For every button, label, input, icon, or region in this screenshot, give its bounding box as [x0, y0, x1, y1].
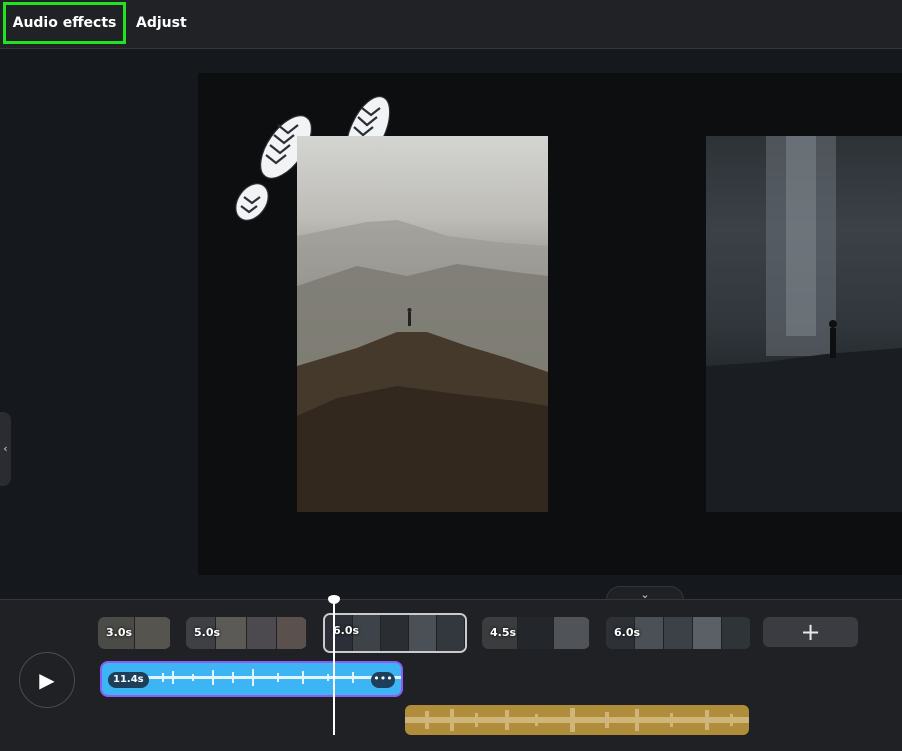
- timeline-clip[interactable]: 3.0s: [98, 617, 171, 649]
- timeline-clip[interactable]: 5.0s: [186, 617, 307, 649]
- editor-toolbar: Audio effects Adjust: [0, 0, 902, 49]
- audio-waveform-secondary: [405, 708, 749, 732]
- more-icon[interactable]: •••: [371, 672, 395, 688]
- add-page-button[interactable]: +: [763, 617, 858, 647]
- design-page[interactable]: [198, 73, 902, 575]
- side-panel-toggle[interactable]: ‹: [0, 412, 11, 486]
- audio-track-selected[interactable]: 11.4s •••: [100, 661, 403, 697]
- audio-track-secondary[interactable]: [405, 705, 749, 735]
- clip-duration: 6.0s: [333, 624, 360, 637]
- waterfall-photo[interactable]: [706, 136, 902, 512]
- plus-icon: +: [800, 618, 821, 646]
- chevron-left-icon: ‹: [3, 442, 8, 455]
- waterfall-scene: [706, 136, 902, 512]
- clip-duration: 4.5s: [490, 626, 517, 639]
- audio-duration: 11.4s: [108, 672, 149, 688]
- clip-duration: 5.0s: [194, 626, 221, 639]
- clip-duration: 3.0s: [106, 626, 133, 639]
- play-button[interactable]: ▶: [19, 652, 75, 708]
- timeline-clip[interactable]: 4.5s: [482, 617, 590, 649]
- play-icon: ▶: [39, 668, 55, 692]
- clip-duration: 6.0s: [614, 626, 641, 639]
- tab-audio-effects[interactable]: Audio effects: [3, 2, 126, 44]
- timeline-clip-selected[interactable]: 6.0s: [323, 613, 467, 653]
- timeline-clip[interactable]: 6.0s: [606, 617, 751, 649]
- tab-adjust[interactable]: Adjust: [136, 5, 187, 41]
- mountain-photo[interactable]: [297, 136, 548, 512]
- mountain-scene: [297, 220, 548, 512]
- playhead-line[interactable]: [333, 598, 335, 735]
- canvas-area: ‹: [0, 49, 902, 599]
